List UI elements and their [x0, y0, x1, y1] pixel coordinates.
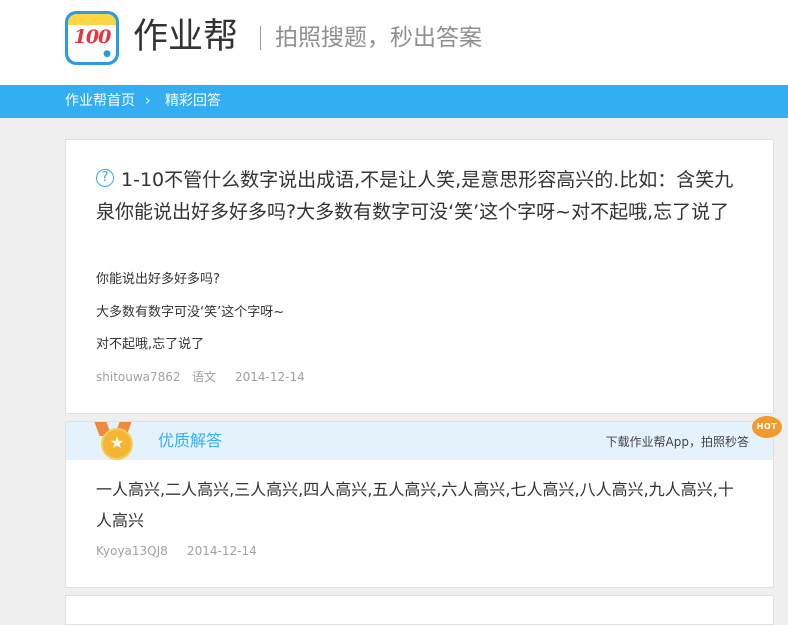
logo-top-band	[68, 14, 116, 25]
question-detail-line: 大多数有数字可没‘笑’这个字呀~	[96, 305, 285, 320]
logo-number: 100	[73, 26, 112, 48]
chevron-right-icon: ›	[145, 93, 151, 109]
answer-date: 2014-12-14	[187, 544, 257, 558]
brand-name[interactable]: 作业帮	[133, 14, 238, 60]
slogan: 拍照搜题，秒出答案	[275, 25, 482, 51]
star-icon: ★	[109, 433, 125, 452]
question-subject[interactable]: 语文	[192, 368, 216, 386]
answer-header: ★ 优质解答 下载作业帮App，拍照秒答	[66, 422, 773, 460]
medal-icon: ★	[101, 428, 133, 460]
site-header: 100 ● 作业帮 拍照搜题，秒出答案	[0, 0, 788, 85]
question-author: shitouwa7862	[96, 370, 181, 384]
question-detail-line: 对不起哦,忘了说了	[96, 337, 205, 352]
breadcrumb-home-link[interactable]: 作业帮首页	[65, 85, 135, 118]
next-card	[65, 595, 774, 625]
question-detail-line: 你能说出好多好多吗?	[96, 272, 220, 287]
answer-card: ★ 优质解答 下载作业帮App，拍照秒答 HOT 一人高兴,二人高兴,三人高兴,…	[65, 416, 782, 588]
paw-icon: ●	[103, 49, 111, 59]
app-logo[interactable]: 100 ●	[65, 11, 119, 65]
answer-text: 一人高兴,二人高兴,三人高兴,四人高兴,五人高兴,六人高兴,七人高兴,八人高兴,…	[96, 480, 734, 530]
question-card: ? 1-10不管什么数字说出成语,不是让人笑,是意思形容高兴的.比如：含笑九泉你…	[65, 139, 774, 414]
breadcrumb: 作业帮首页 › 精彩回答	[0, 85, 788, 118]
question-date: 2014-12-14	[235, 370, 305, 384]
header-divider	[260, 26, 261, 50]
best-answer-label: 优质解答	[158, 431, 223, 450]
question-title: 1-10不管什么数字说出成语,不是让人笑,是意思形容高兴的.比如：含笑九泉你能说…	[96, 169, 734, 223]
answer-author: Kyoya13QJ8	[96, 544, 168, 558]
breadcrumb-current[interactable]: 精彩回答	[165, 85, 221, 118]
download-app-link[interactable]: 下载作业帮App，拍照秒答	[606, 434, 749, 450]
hot-badge: HOT	[752, 416, 782, 438]
logo-face: 100 ●	[68, 14, 116, 62]
